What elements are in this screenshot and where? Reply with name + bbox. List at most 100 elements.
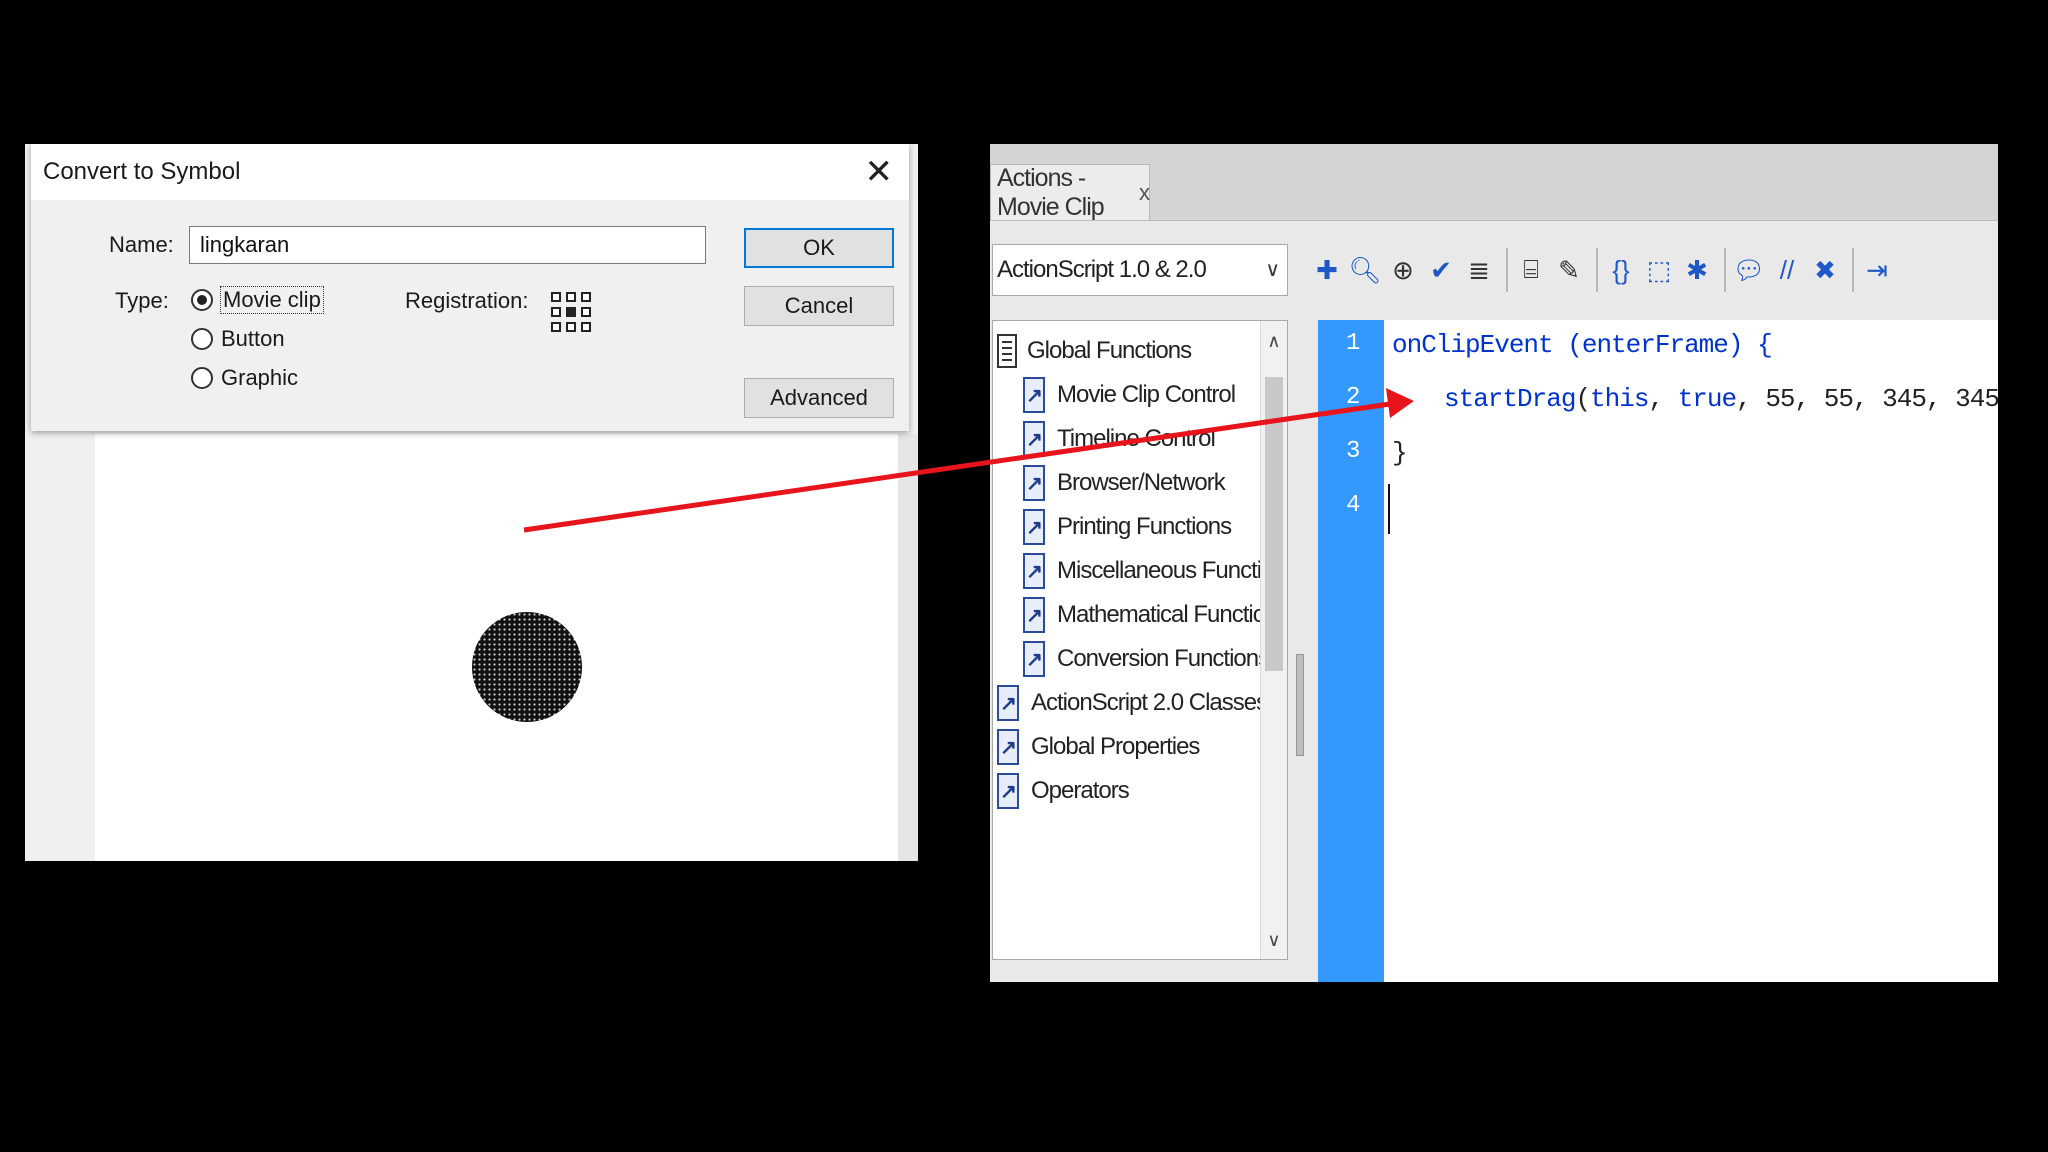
line-number: 3 xyxy=(1346,438,1361,465)
tab-actions-movie-clip[interactable]: Actions - Movie Clip x xyxy=(990,163,1150,221)
tree-item-mathematical-functions[interactable]: ↗ Mathematical Functions xyxy=(1023,593,1288,637)
registration-point[interactable] xyxy=(551,322,561,332)
registration-point[interactable] xyxy=(566,292,576,302)
check-syntax-icon[interactable]: ✔ xyxy=(1424,244,1458,296)
stage-canvas[interactable] xyxy=(95,434,918,861)
book-link-icon: ↗ xyxy=(1023,553,1045,589)
tree-item-label: ActionScript 2.0 Classes xyxy=(1031,689,1268,716)
ok-button[interactable]: OK xyxy=(744,228,894,268)
toolbar-divider xyxy=(1852,248,1854,292)
code-line-2[interactable]: startDrag(this, true, 55, 55, 345, 345); xyxy=(1444,384,1998,414)
book-link-icon: ↗ xyxy=(997,685,1019,721)
cancel-button[interactable]: Cancel xyxy=(744,286,894,326)
actions-panel: Actions - Movie Clip x ActionScript 1.0 … xyxy=(990,144,1998,982)
tree-item-miscellaneous-functions[interactable]: ↗ Miscellaneous Functions xyxy=(1023,549,1287,593)
book-link-icon: ↗ xyxy=(1023,641,1045,677)
radio-unselected-icon[interactable] xyxy=(191,328,213,350)
code-line-1[interactable]: onClipEvent (enterFrame) { xyxy=(1392,330,1773,360)
dialog-titlebar[interactable]: Convert to Symbol ✕ xyxy=(31,144,909,200)
radio-unselected-icon[interactable] xyxy=(191,367,213,389)
tree-scrollbar[interactable]: ∧ ∨ xyxy=(1260,321,1287,959)
chevron-down-icon[interactable]: ∨ xyxy=(1265,257,1280,282)
flash-stage-window: Convert to Symbol ✕ Name: lingkaran Type… xyxy=(25,144,918,861)
collapse-selection-icon[interactable]: ⬚ xyxy=(1642,244,1676,296)
tree-item-label: Printing Functions xyxy=(1057,513,1232,540)
registration-point[interactable] xyxy=(581,292,591,302)
registration-point[interactable] xyxy=(581,322,591,332)
advanced-button[interactable]: Advanced xyxy=(744,378,894,418)
book-link-icon: ↗ xyxy=(1023,465,1045,501)
line-number: 4 xyxy=(1346,492,1361,519)
registration-grid-icon[interactable] xyxy=(551,292,591,332)
book-link-icon: ↗ xyxy=(997,729,1019,765)
registration-point[interactable] xyxy=(551,307,561,317)
tree-item-label: Browser/Network xyxy=(1057,469,1226,496)
toolbar-divider xyxy=(1506,248,1508,292)
tree-item-printing-functions[interactable]: ↗ Printing Functions xyxy=(1023,505,1232,549)
tree-item-label: Conversion Functions xyxy=(1057,645,1270,672)
symbol-name-input[interactable]: lingkaran xyxy=(189,226,706,264)
registration-point[interactable] xyxy=(566,322,576,332)
actions-toolbar: ✚ 🔍︎ ⊕ ✔ ≣ ⌸ ✎ {} ⬚ ✱ 💬︎ // ✖ ⇥ xyxy=(1310,240,1898,300)
type-radio-graphic[interactable]: Graphic xyxy=(191,365,298,391)
convert-to-symbol-dialog: Convert to Symbol ✕ Name: lingkaran Type… xyxy=(31,144,909,431)
tree-item-label: Timeline Control xyxy=(1057,425,1216,452)
scroll-thumb[interactable] xyxy=(1265,377,1283,671)
collapse-between-braces-icon[interactable]: {} xyxy=(1604,244,1638,296)
line-number-gutter: 1 2 3 4 xyxy=(1318,320,1384,982)
line-number: 1 xyxy=(1346,330,1361,357)
tree-item-timeline-control[interactable]: ↗ Timeline Control xyxy=(1023,417,1216,461)
insert-target-path-icon[interactable]: ⊕ xyxy=(1386,244,1420,296)
auto-format-icon[interactable]: ≣ xyxy=(1462,244,1496,296)
code-token: , 55, 55, 345, 345); xyxy=(1736,384,1998,414)
toolbar-divider xyxy=(1724,248,1726,292)
type-option-label: Graphic xyxy=(221,365,299,390)
version-value: ActionScript 1.0 & 2.0 xyxy=(997,256,1207,283)
book-link-icon: ↗ xyxy=(1023,377,1045,413)
add-item-icon[interactable]: ✚ xyxy=(1310,244,1344,296)
show-hide-toolbox-icon[interactable]: ⇥ xyxy=(1860,244,1894,296)
book-link-icon: ↗ xyxy=(1023,597,1045,633)
tree-item-operators[interactable]: ↗ Operators xyxy=(997,769,1130,813)
apply-line-comment-icon[interactable]: // xyxy=(1770,244,1804,296)
code-line-3[interactable]: } xyxy=(1392,438,1408,468)
registration-point[interactable] xyxy=(581,307,591,317)
close-icon[interactable]: ✕ xyxy=(865,150,894,194)
radio-selected-icon[interactable] xyxy=(191,289,213,311)
tree-item-label: Movie Clip Control xyxy=(1057,381,1236,408)
find-icon[interactable]: 🔍︎ xyxy=(1348,244,1382,296)
panel-splitter[interactable] xyxy=(1296,654,1304,756)
show-code-hint-icon[interactable]: ⌸ xyxy=(1514,244,1548,296)
tree-item-actionscript-2-classes[interactable]: ↗ ActionScript 2.0 Classes xyxy=(997,681,1268,725)
tree-item-label: Mathematical Functions xyxy=(1057,601,1288,628)
expand-all-icon[interactable]: ✱ xyxy=(1680,244,1714,296)
keyword-token: this xyxy=(1590,384,1649,414)
dialog-title: Convert to Symbol xyxy=(43,158,241,185)
type-label: Type: xyxy=(115,288,169,313)
tab-close-icon[interactable]: x xyxy=(1139,180,1150,206)
registration-point[interactable] xyxy=(551,292,561,302)
type-radio-movie-clip[interactable]: Movie clip xyxy=(191,286,324,314)
line-number: 2 xyxy=(1346,384,1361,411)
actionscript-version-select[interactable]: ActionScript 1.0 & 2.0 ∨ xyxy=(992,244,1288,296)
circle-movieclip[interactable] xyxy=(472,612,582,722)
name-label: Name: xyxy=(109,232,174,257)
tree-item-global-properties[interactable]: ↗ Global Properties xyxy=(997,725,1200,769)
registration-point-selected[interactable] xyxy=(566,307,576,317)
book-icon xyxy=(997,334,1017,368)
apply-block-comment-icon[interactable]: 💬︎ xyxy=(1732,244,1766,296)
tree-item-movie-clip-control[interactable]: ↗ Movie Clip Control xyxy=(1023,373,1236,417)
tree-folder-global-functions[interactable]: Global Functions xyxy=(997,329,1192,373)
type-option-label: Movie clip xyxy=(220,286,324,314)
scroll-up-icon[interactable]: ∧ xyxy=(1261,331,1287,352)
type-radio-button[interactable]: Button xyxy=(191,326,285,352)
panel-tab-strip: Actions - Movie Clip x xyxy=(990,144,1998,221)
tree-item-conversion-functions[interactable]: ↗ Conversion Functions xyxy=(1023,637,1270,681)
tab-label: Actions - Movie Clip xyxy=(997,163,1105,221)
script-editor[interactable]: onClipEvent (enterFrame) { startDrag(thi… xyxy=(1384,320,1998,982)
remove-comment-icon[interactable]: ✖ xyxy=(1808,244,1842,296)
debug-options-icon[interactable]: ✎ xyxy=(1552,244,1586,296)
tree-item-browser-network[interactable]: ↗ Browser/Network xyxy=(1023,461,1226,505)
scroll-down-icon[interactable]: ∨ xyxy=(1261,930,1287,951)
toolbar-divider xyxy=(1596,248,1598,292)
